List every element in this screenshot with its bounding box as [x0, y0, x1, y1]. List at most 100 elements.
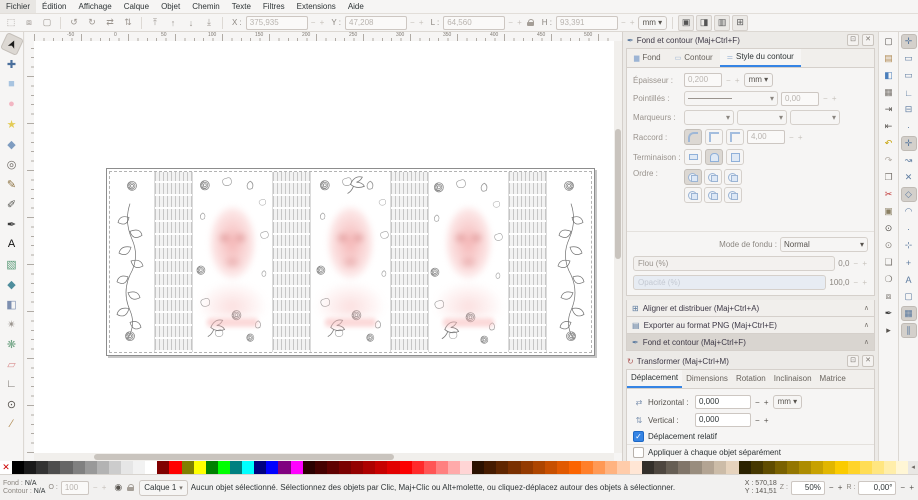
order-stroke-markers-fill-button[interactable] [704, 187, 722, 203]
cap-butt-button[interactable] [684, 149, 702, 165]
move-vertical-spin-buttons[interactable]: − + [755, 416, 770, 425]
snap-enable-icon[interactable]: ✛ [901, 34, 917, 49]
palette-swatch-17[interactable] [218, 461, 230, 474]
palette-swatch-62[interactable] [763, 461, 775, 474]
dash-offset-spin-buttons[interactable]: − + [823, 94, 838, 103]
palette-swatch-32[interactable] [400, 461, 412, 474]
palette-swatch-59[interactable] [726, 461, 738, 474]
apply-separately-row[interactable]: Appliquer à chaque objet séparément [627, 444, 874, 460]
affect-stroke-icon[interactable]: ▣ [678, 15, 694, 31]
layer-visibility-icon[interactable]: ◉ [114, 482, 122, 493]
units-dropdown[interactable]: mm ▾ [638, 16, 668, 30]
height-input[interactable]: 93,391 [556, 16, 618, 30]
palette-swatch-11[interactable] [145, 461, 157, 474]
open-document-icon[interactable]: ▤ [881, 51, 897, 66]
move-horizontal-input[interactable]: 0,000 [695, 395, 751, 409]
tool-rectangle[interactable]: ■ [3, 75, 21, 93]
palette-swatch-29[interactable] [363, 461, 375, 474]
object-opacity-spin-buttons[interactable]: − + [93, 483, 108, 492]
new-document-icon[interactable]: ▢ [881, 34, 897, 49]
zoom-spin-buttons[interactable]: − + [829, 483, 844, 492]
deselect-icon[interactable]: ▢ [39, 15, 55, 31]
palette-swatch-43[interactable] [533, 461, 545, 474]
tool-pencil[interactable]: ✎ [3, 175, 21, 193]
palette-swatch-7[interactable] [97, 461, 109, 474]
order-stroke-fill-markers-button[interactable] [704, 169, 722, 185]
join-miter-button[interactable] [726, 129, 744, 145]
snap-cusp-nodes-icon[interactable]: ◇ [901, 187, 917, 202]
thickness-input[interactable]: 0,200 [684, 73, 722, 87]
palette-swatch-22[interactable] [278, 461, 290, 474]
palette-swatch-12[interactable] [157, 461, 169, 474]
fill-stroke-indicator[interactable]: Fond :N/A Contour :N/A [3, 480, 45, 496]
snap-midpoints-icon[interactable]: · [901, 221, 917, 236]
affect-corners-icon[interactable]: ◨ [696, 15, 712, 31]
tool-text[interactable]: A [3, 235, 21, 253]
cut-icon[interactable]: ✂ [881, 187, 897, 202]
snap-nodes-icon[interactable]: ✛ [901, 136, 917, 151]
palette-swatch-57[interactable] [702, 461, 714, 474]
palette-swatch-68[interactable] [835, 461, 847, 474]
snap-object-centers-icon[interactable]: ⊹ [901, 238, 917, 253]
miter-limit-input[interactable]: 4,00 [747, 130, 785, 144]
tab-style-du-contour[interactable]: ⚌Style du contour [720, 49, 801, 67]
x-input[interactable]: 375,935 [246, 16, 308, 30]
palette-swatch-66[interactable] [811, 461, 823, 474]
palette-swatch-49[interactable] [605, 461, 617, 474]
lock-ratio-icon[interactable] [527, 20, 534, 26]
menu-item-2[interactable]: Affichage [72, 0, 117, 13]
opacity-spin-buttons[interactable]: − + [853, 278, 868, 287]
palette-swatch-47[interactable] [581, 461, 593, 474]
marker-start-dropdown[interactable]: ▾ [684, 110, 734, 125]
fill-stroke-dialog-icon[interactable]: ✒ [881, 306, 897, 321]
dash-pattern-dropdown[interactable]: ▾ [684, 91, 778, 106]
palette-swatch-37[interactable] [460, 461, 472, 474]
palette-swatch-14[interactable] [182, 461, 194, 474]
snap-smooth-nodes-icon[interactable]: ◠ [901, 204, 917, 219]
palette-swatch-2[interactable] [36, 461, 48, 474]
palette-swatch-44[interactable] [545, 461, 557, 474]
palette-swatch-48[interactable] [593, 461, 605, 474]
tool-paint-bucket[interactable]: ◧ [3, 295, 21, 313]
horizontal-scrollbar[interactable] [34, 453, 614, 461]
affect-gradient-icon[interactable]: ▥ [714, 15, 730, 31]
palette-swatch-3[interactable] [48, 461, 60, 474]
palette-swatch-53[interactable] [654, 461, 666, 474]
palette-swatch-72[interactable] [884, 461, 896, 474]
flip-vertical-icon[interactable]: ⇅ [120, 15, 136, 31]
transform-tab-inclinaison[interactable]: Inclinaison [770, 370, 816, 388]
palette-swatch-33[interactable] [412, 461, 424, 474]
dock-header-export[interactable]: ▤Exporter au format PNG (Maj+Ctrl+E)∧ [626, 317, 875, 334]
palette-swatch-56[interactable] [690, 461, 702, 474]
menu-item-1[interactable]: Édition [36, 0, 72, 13]
dock-header-align[interactable]: ⊞Aligner et distribuer (Maj+Ctrl+A)∧ [626, 300, 875, 317]
tool-spray[interactable]: ❋ [3, 335, 21, 353]
clone-icon[interactable]: ❍ [881, 272, 897, 287]
affect-pattern-icon[interactable]: ⊞ [732, 15, 748, 31]
blur-slider[interactable]: Flou (%) [633, 256, 835, 271]
snap-paths-icon[interactable]: ↝ [901, 153, 917, 168]
palette-swatch-55[interactable] [678, 461, 690, 474]
palette-swatch-38[interactable] [472, 461, 484, 474]
snap-bbox-centers-icon[interactable]: · [901, 119, 917, 134]
snap-bbox-midpoints-icon[interactable]: ⊟ [901, 102, 917, 117]
order-markers-fill-stroke-button[interactable] [724, 169, 742, 185]
opacity-slider[interactable]: Opacité (%) [633, 275, 826, 290]
tool-spiral[interactable]: ◎ [3, 155, 21, 173]
menu-item-9[interactable]: Aide [342, 0, 370, 13]
rotate-cw-icon[interactable]: ↻ [84, 15, 100, 31]
transform-tab-dimensions[interactable]: Dimensions [682, 370, 732, 388]
select-all-icon[interactable]: ⬚ [3, 15, 19, 31]
canvas[interactable] [34, 41, 614, 453]
transform-tab-déplacement[interactable]: Déplacement [627, 370, 682, 388]
dialog-minimize-icon[interactable]: ⊡ [847, 34, 859, 46]
transform-tab-rotation[interactable]: Rotation [732, 370, 770, 388]
order-fill-stroke-markers-button[interactable] [684, 169, 702, 185]
tool-ellipse[interactable]: ● [3, 95, 21, 113]
text-dialog-icon[interactable]: ▸ [881, 323, 897, 338]
palette-scroll-left-icon[interactable]: ◂ [908, 461, 918, 474]
marker-mid-dropdown[interactable]: ▾ [737, 110, 787, 125]
menu-item-5[interactable]: Chemin [186, 0, 226, 13]
miter-limit-spin-buttons[interactable]: − + [789, 133, 804, 142]
palette-swatch-21[interactable] [266, 461, 278, 474]
